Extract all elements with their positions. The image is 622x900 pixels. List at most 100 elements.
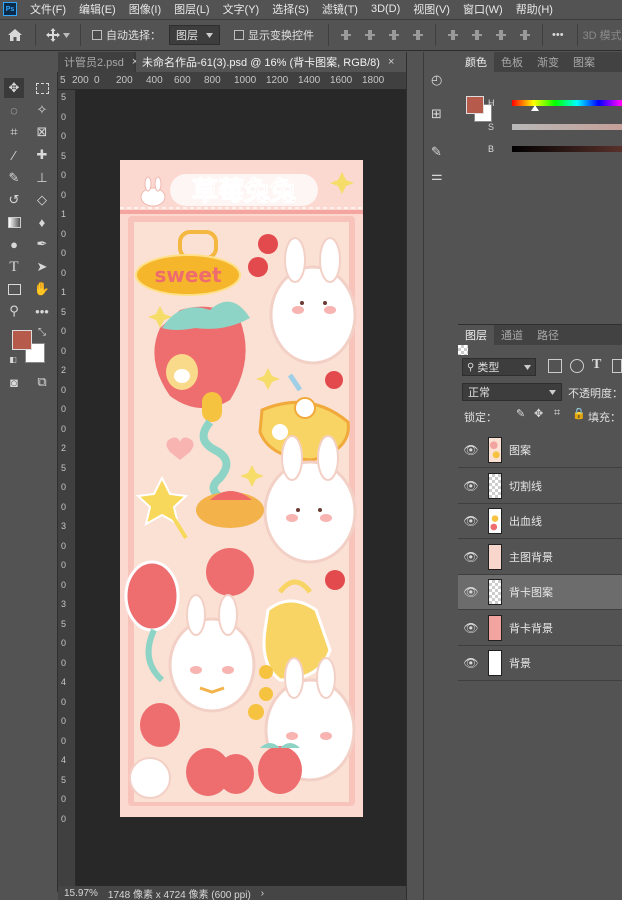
menu-edit[interactable]: 编辑(E) (72, 1, 122, 17)
saturation-slider[interactable]: S (488, 122, 622, 134)
swap-colors-icon[interactable]: ⤡ (36, 326, 48, 338)
visibility-eye-icon[interactable]: 👁 (460, 479, 482, 493)
distribute-bottom-icon[interactable] (494, 28, 508, 42)
brightness-slider[interactable]: B (488, 144, 622, 156)
layer-row[interactable]: 👁 主图背景 (458, 540, 622, 575)
show-transform-checkbox[interactable] (234, 30, 244, 40)
properties-panel-icon[interactable]: ⊞ (431, 106, 449, 124)
healing-brush-tool-icon[interactable]: ✚ (32, 145, 52, 165)
align-top-icon[interactable] (411, 28, 425, 42)
default-colors-icon[interactable]: ◧ (8, 354, 18, 364)
marquee-tool-icon[interactable] (32, 78, 52, 98)
lasso-tool-icon[interactable]: ◌ (4, 100, 24, 120)
tab-swatches[interactable]: 色板 (494, 52, 530, 72)
zoom-tool-icon[interactable]: ⚲ (4, 301, 24, 321)
tab-channels[interactable]: 通道 (494, 325, 530, 345)
menu-help[interactable]: 帮助(H) (509, 1, 559, 17)
history-brush-tool-icon[interactable]: ↺ (4, 190, 24, 210)
align-right-icon[interactable] (387, 28, 401, 42)
auto-select-dropdown[interactable]: 图层 (169, 25, 220, 45)
tab-document-2[interactable]: 未命名作品-61(3).psd @ 16% (背卡图案, RGB/8) × (136, 52, 426, 72)
move-tool-icon[interactable]: ✥ (4, 78, 24, 98)
ruler-tick-label: 0 (61, 696, 67, 707)
home-icon[interactable] (0, 28, 30, 42)
more-tools-icon[interactable]: ••• (32, 301, 52, 321)
hue-slider[interactable]: H (488, 98, 622, 111)
history-panel-icon[interactable]: ◴ (431, 72, 449, 90)
magic-wand-tool-icon[interactable]: ✧ (32, 100, 52, 120)
layer-filter-dropdown[interactable]: ⚲ 类型 (462, 358, 536, 376)
layer-thumbnail (488, 614, 502, 641)
layer-row[interactable]: 👁 背卡图案 (458, 575, 622, 610)
path-selection-tool-icon[interactable]: ➤ (32, 257, 52, 277)
status-arrow-icon[interactable]: › (261, 888, 264, 899)
move-tool-icon[interactable] (41, 28, 75, 42)
frame-tool-icon[interactable]: ⊠ (32, 122, 52, 142)
lock-image-icon[interactable]: ✎ (516, 407, 525, 420)
filter-shape-icon[interactable] (612, 359, 622, 373)
menu-view[interactable]: 视图(V) (406, 1, 456, 17)
foreground-color-swatch[interactable] (12, 330, 32, 350)
menu-image[interactable]: 图像(I) (122, 1, 167, 17)
visibility-eye-icon[interactable]: 👁 (460, 656, 482, 670)
artwork-canvas[interactable]: 草莓兔兔 sweet (120, 160, 363, 817)
tab-document-1[interactable]: 计管员2.psd × (58, 52, 138, 72)
tab-layers[interactable]: 图层 (458, 325, 494, 345)
type-tool-icon[interactable]: T (4, 257, 24, 277)
lock-artboard-icon[interactable]: ⌗ (554, 407, 560, 420)
visibility-eye-icon[interactable]: 👁 (460, 550, 482, 564)
lock-all-icon[interactable]: 🔒 (572, 407, 586, 420)
menu-window[interactable]: 窗口(W) (456, 1, 509, 17)
tab-gradients[interactable]: 渐变 (530, 52, 566, 72)
distribute-top-icon[interactable] (446, 28, 460, 42)
layer-row[interactable]: 👁 背景 (458, 646, 622, 681)
visibility-eye-icon[interactable]: 👁 (460, 621, 482, 635)
eyedropper-tool-icon[interactable]: ⁄ (4, 145, 24, 165)
brush-panel-icon[interactable]: ✎ (431, 144, 449, 162)
quick-mask-icon[interactable]: ◙ (4, 372, 24, 392)
gradient-tool-icon[interactable] (4, 212, 24, 232)
menu-3d[interactable]: 3D(D) (364, 3, 406, 15)
align-left-icon[interactable] (339, 28, 353, 42)
rectangle-tool-icon[interactable] (4, 279, 24, 299)
dodge-tool-icon[interactable]: ● (4, 234, 24, 254)
layer-row[interactable]: 👁 背卡背景 (458, 611, 622, 646)
hand-tool-icon[interactable]: ✋ (32, 279, 52, 299)
more-options-button[interactable]: ••• (552, 29, 564, 41)
tab-color[interactable]: 颜色 (458, 52, 494, 72)
distribute-left-icon[interactable] (518, 28, 532, 42)
tab-patterns[interactable]: 图案 (566, 52, 602, 72)
menu-file[interactable]: 文件(F) (23, 1, 72, 17)
lock-position-icon[interactable]: ✥ (534, 407, 543, 420)
layer-row[interactable]: 👁 出血线 (458, 504, 622, 539)
blur-tool-icon[interactable]: ♦ (32, 212, 52, 232)
close-icon[interactable]: × (388, 56, 394, 68)
eraser-tool-icon[interactable]: ◇ (32, 190, 52, 210)
color-fg-swatch[interactable] (466, 96, 484, 114)
blend-mode-dropdown[interactable]: 正常 (462, 383, 562, 401)
lock-transparent-icon[interactable] (458, 345, 468, 355)
visibility-eye-icon[interactable]: 👁 (460, 443, 482, 457)
auto-select-checkbox[interactable] (92, 30, 102, 40)
menu-filter[interactable]: 滤镜(T) (315, 1, 364, 17)
crop-tool-icon[interactable]: ⌗ (4, 122, 24, 142)
filter-adjustment-icon[interactable] (570, 359, 584, 373)
zoom-level[interactable]: 15.97% (64, 888, 98, 899)
filter-pixel-icon[interactable] (548, 359, 562, 373)
adjustments-panel-icon[interactable]: ⚌ (431, 168, 449, 186)
layer-row[interactable]: 👁 图案 (458, 433, 622, 468)
menu-select[interactable]: 选择(S) (265, 1, 315, 17)
filter-type-icon[interactable]: T (592, 357, 601, 373)
pen-tool-icon[interactable]: ✒ (32, 234, 52, 254)
visibility-eye-icon[interactable]: 👁 (460, 514, 482, 528)
stamp-tool-icon[interactable]: ⊥ (32, 168, 52, 188)
distribute-middle-icon[interactable] (470, 28, 484, 42)
layer-row[interactable]: 👁 切割线 (458, 469, 622, 504)
visibility-eye-icon[interactable]: 👁 (460, 585, 482, 599)
menu-layer[interactable]: 图层(L) (167, 1, 215, 17)
brush-tool-icon[interactable]: ✎ (4, 168, 24, 188)
tab-paths[interactable]: 路径 (530, 325, 566, 345)
screen-mode-icon[interactable]: ⧉ (32, 372, 52, 392)
align-center-icon[interactable] (363, 28, 377, 42)
menu-type[interactable]: 文字(Y) (216, 1, 266, 17)
